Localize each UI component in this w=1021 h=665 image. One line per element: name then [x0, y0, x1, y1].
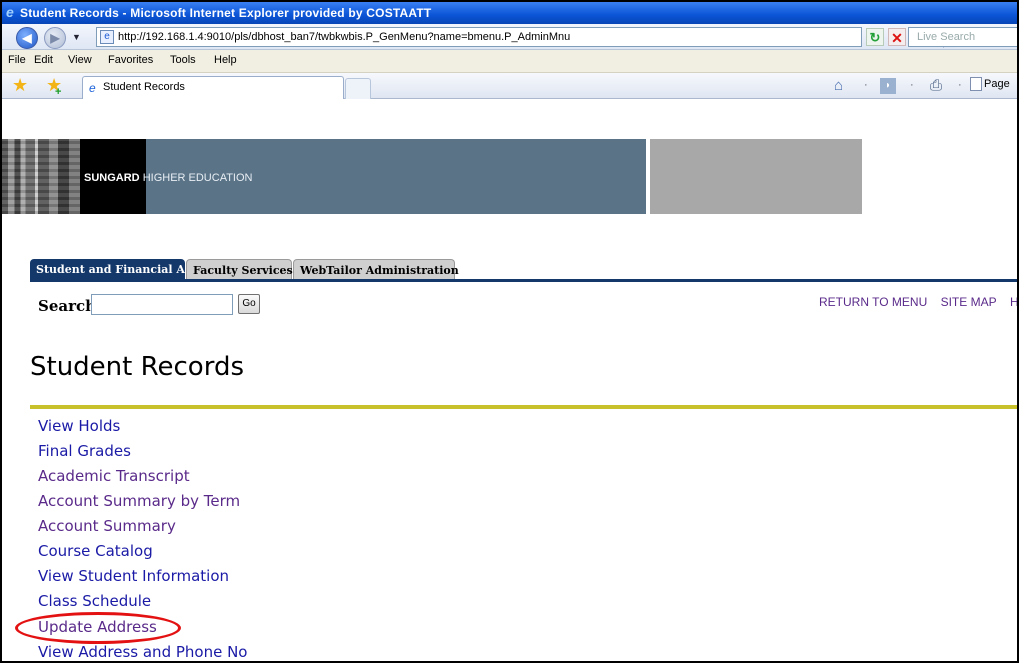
tab-student-and-financial-aid[interactable]: Student and Financial Aid: [30, 259, 197, 280]
menu-edit[interactable]: Edit: [34, 54, 53, 66]
title-bar: e Student Records - Microsoft Internet E…: [2, 2, 1017, 24]
live-search-input[interactable]: Live Search: [908, 27, 1017, 47]
feeds-icon[interactable]: ◗: [880, 78, 896, 94]
menu-tools[interactable]: Tools: [170, 54, 196, 66]
site-map-link[interactable]: SITE MAP: [941, 295, 997, 309]
address-bar[interactable]: e http://192.168.1.4:9010/pls/dbhost_ban…: [96, 27, 956, 48]
brand-tagline: HIGHER EDUCATION: [142, 172, 253, 184]
tab-webtailor-administration[interactable]: WebTailor Administration: [293, 259, 459, 280]
final-grades-link[interactable]: Final Grades: [38, 442, 131, 460]
menu-view[interactable]: View: [68, 54, 92, 66]
address-url[interactable]: http://192.168.1.4:9010/pls/dbhost_ban7/…: [118, 28, 570, 46]
return-to-menu-link[interactable]: RETURN TO MENU: [819, 295, 927, 309]
menu-bar: File Edit View Favorites Tools Help: [2, 50, 1017, 73]
class-schedule-link[interactable]: Class Schedule: [38, 592, 151, 610]
sungard-logo: SUNGARD HIGHER EDUCATION: [84, 172, 253, 184]
home-icon[interactable]: ⌂: [834, 77, 843, 94]
account-summary-by-term-link[interactable]: Account Summary by Term: [38, 492, 240, 510]
view-address-and-phone-link[interactable]: View Address and Phone No: [38, 643, 248, 661]
highlight-annotation: [15, 612, 181, 644]
campus-photo: [2, 139, 80, 214]
back-button[interactable]: ◀: [16, 27, 38, 49]
view-holds-link[interactable]: View Holds: [38, 417, 120, 435]
home-dropdown-icon[interactable]: ·: [864, 79, 868, 91]
tab-bar: ★ ★ + e Student Records ⌂ · ◗ · ⎙ · Page: [2, 73, 1017, 99]
browser-tab[interactable]: e Student Records: [82, 76, 344, 99]
refresh-icon[interactable]: ↻: [866, 28, 884, 46]
print-dropdown-icon[interactable]: ·: [958, 79, 962, 91]
favorites-star-icon[interactable]: ★: [12, 75, 28, 95]
section-divider: [30, 405, 1017, 409]
account-summary-link[interactable]: Account Summary: [38, 517, 176, 535]
browser-tab-label: Student Records: [103, 81, 185, 93]
banner-gray-panel: [650, 139, 862, 214]
page-menu-label: Page: [984, 77, 1010, 90]
recent-pages-dropdown-icon[interactable]: ▼: [72, 32, 81, 42]
tab-faculty-services[interactable]: Faculty Services: [186, 259, 293, 280]
print-icon[interactable]: ⎙: [930, 77, 942, 94]
page-menu-icon: [970, 77, 982, 91]
brand-name: SUNGARD: [84, 172, 140, 184]
page-content: SUNGARD HIGHER EDUCATION Student and Fin…: [2, 99, 1017, 661]
feeds-dropdown-icon[interactable]: ·: [910, 79, 914, 91]
search-label: Search: [38, 297, 97, 315]
tab-ie-icon: e: [89, 81, 96, 95]
browser-window: e Student Records - Microsoft Internet E…: [0, 0, 1019, 663]
internet-explorer-icon: e: [6, 4, 14, 20]
menu-favorites[interactable]: Favorites: [108, 54, 153, 66]
address-toolbar: ◀ ▶ ▼ e http://192.168.1.4:9010/pls/dbho…: [2, 24, 1017, 50]
menu-file[interactable]: File: [8, 54, 26, 66]
academic-transcript-link[interactable]: Academic Transcript: [38, 467, 190, 485]
window-title: Student Records - Microsoft Internet Exp…: [20, 6, 432, 20]
search-input[interactable]: [91, 294, 233, 315]
page-menu-button[interactable]: Page: [970, 77, 1010, 91]
new-tab-button[interactable]: [345, 78, 371, 99]
go-button[interactable]: Go: [238, 294, 260, 314]
top-links: RETURN TO MENU SITE MAP H: [819, 295, 1017, 309]
view-student-information-link[interactable]: View Student Information: [38, 567, 229, 585]
page-title: Student Records: [30, 352, 244, 382]
tabs-divider: [30, 279, 1017, 282]
help-link[interactable]: H: [1010, 295, 1017, 309]
stop-icon[interactable]: ✕: [888, 28, 906, 46]
page-icon: e: [100, 30, 114, 44]
forward-button[interactable]: ▶: [44, 27, 66, 49]
add-favorite-icon[interactable]: ★ +: [46, 75, 62, 98]
menu-help[interactable]: Help: [214, 54, 237, 66]
course-catalog-link[interactable]: Course Catalog: [38, 542, 153, 560]
